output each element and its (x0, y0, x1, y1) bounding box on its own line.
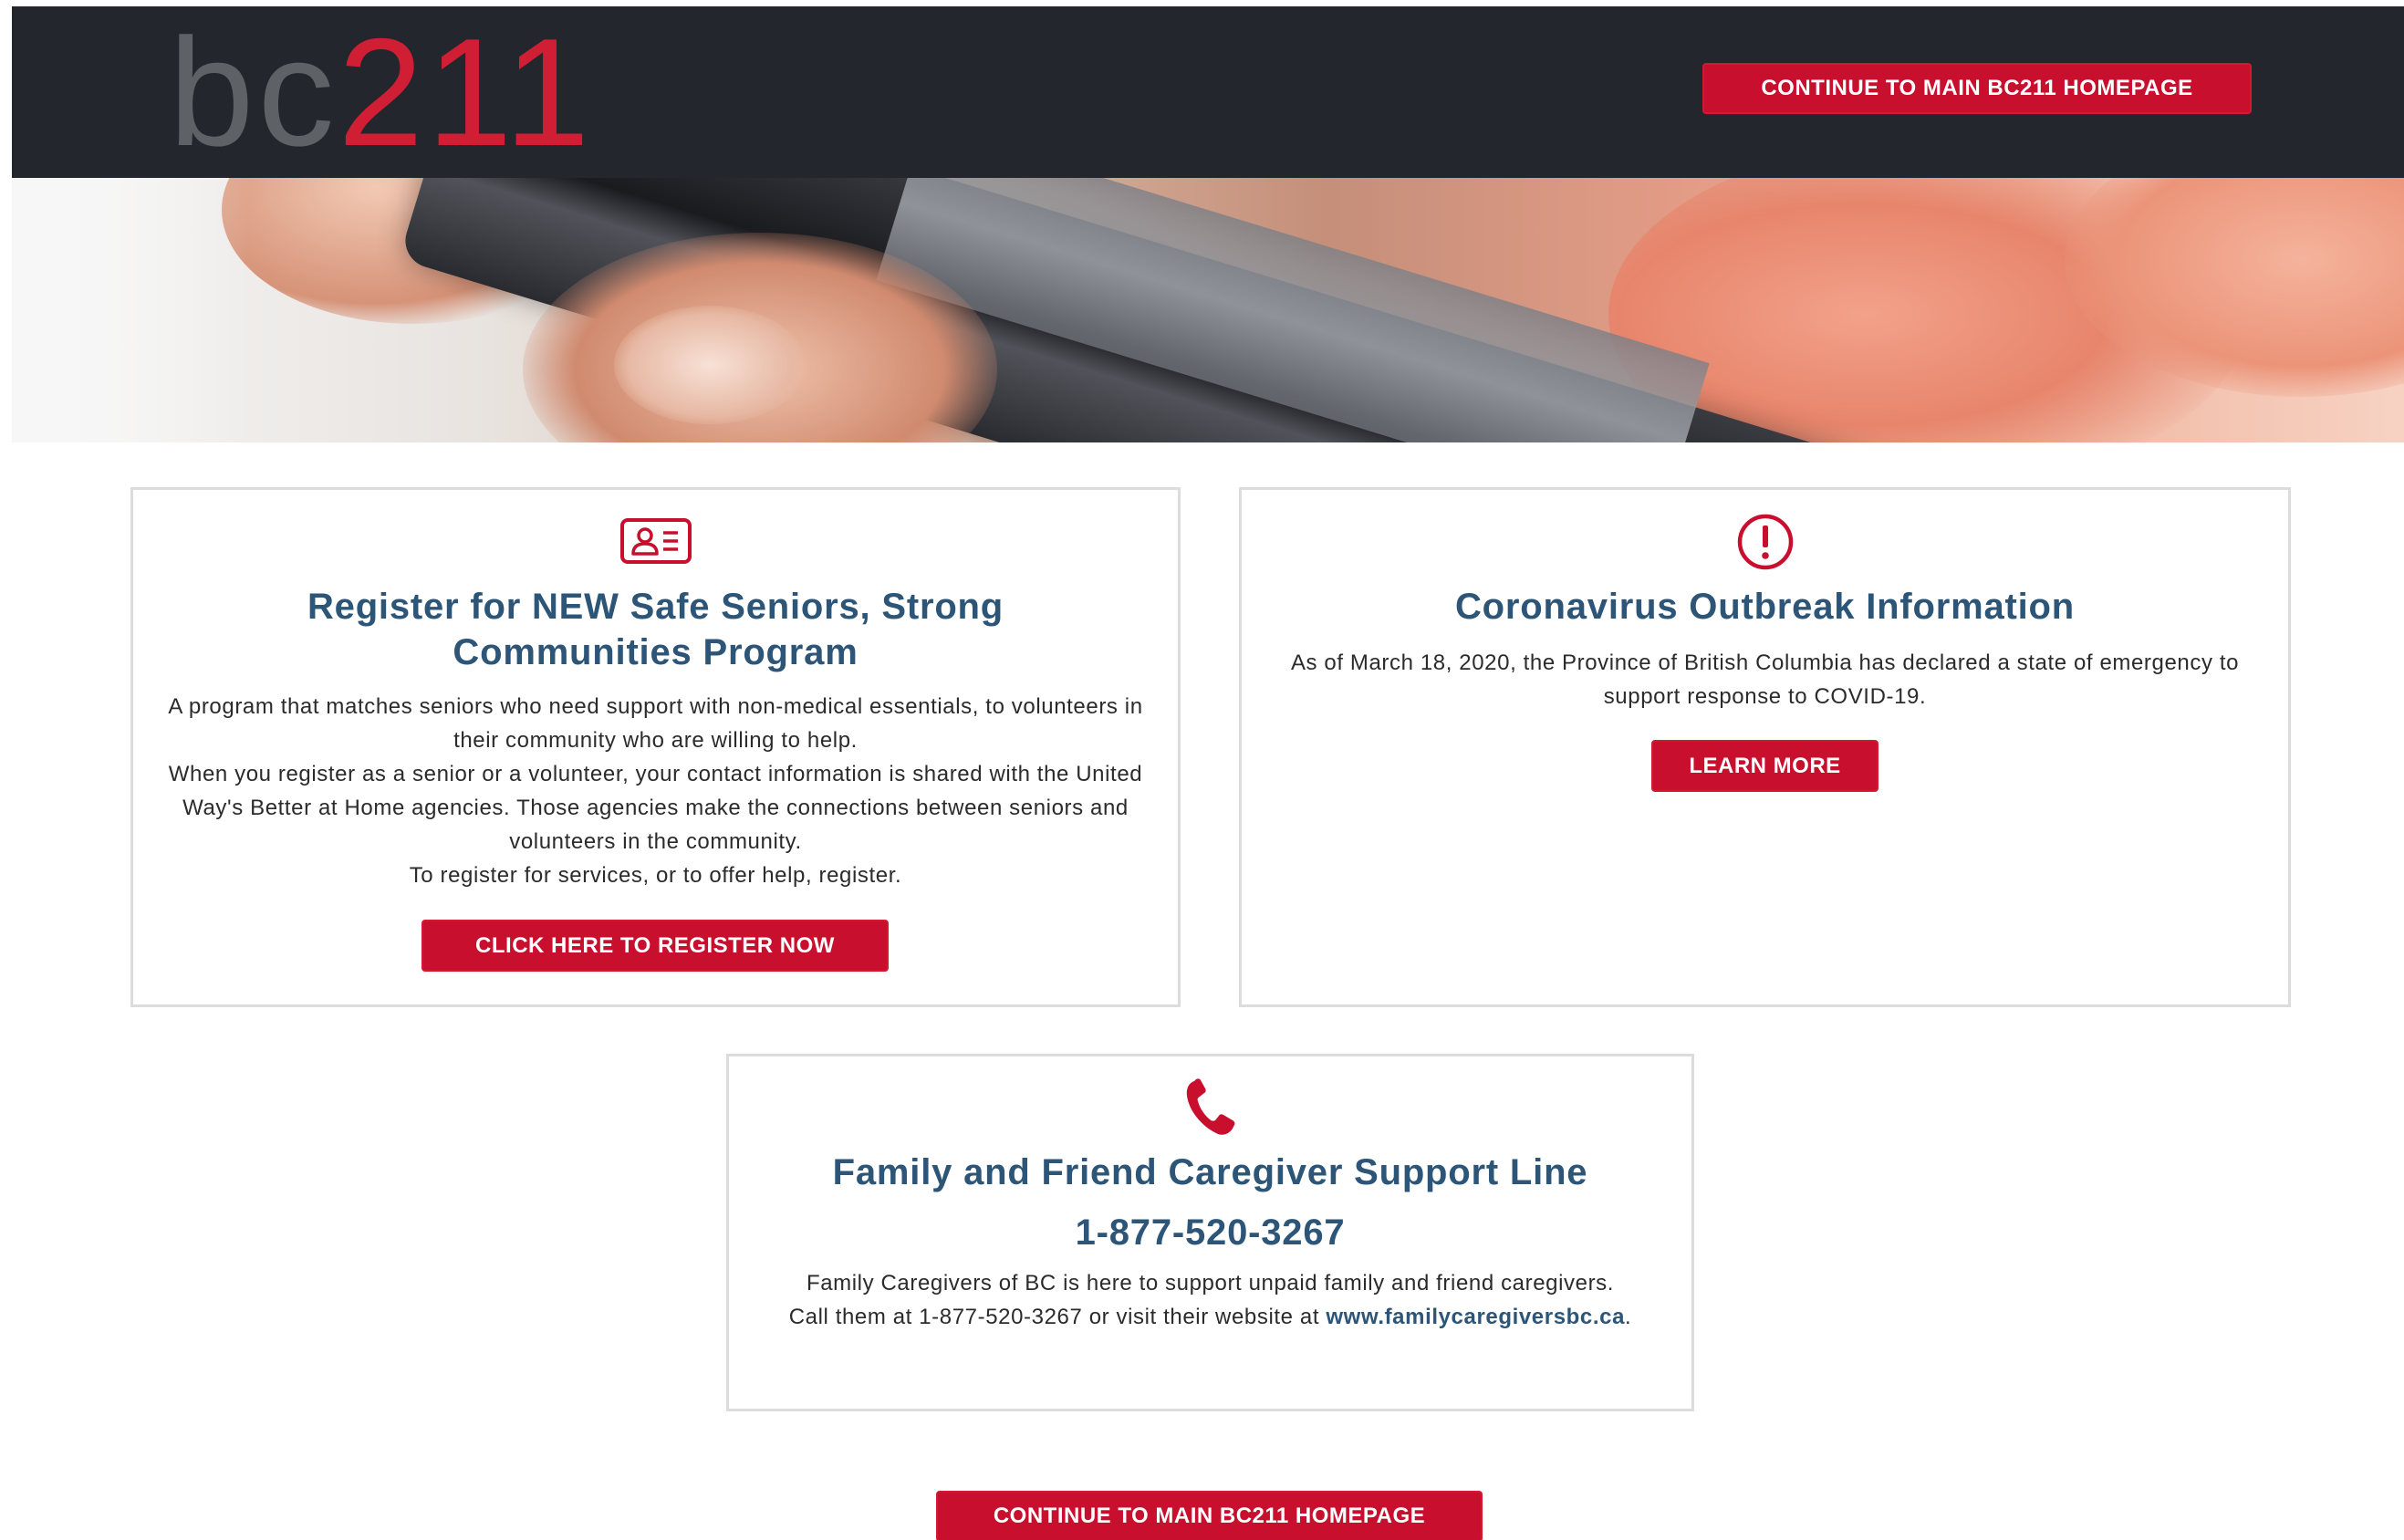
caregiver-trailing-period: . (1625, 1305, 1632, 1329)
seniors-card-body: A program that matches seniors who need … (161, 690, 1150, 892)
logo-prefix: bc (169, 6, 338, 178)
footer-continue-button[interactable]: CONTINUE TO MAIN BC211 HOMEPAGE (936, 1491, 1483, 1540)
page: bc211 CONTINUE TO MAIN BC211 HOMEPAGE Re… (0, 0, 2404, 1540)
coronavirus-card-body: As of March 18, 2020, the Province of Br… (1287, 646, 2243, 713)
logo-number: 211 (338, 6, 594, 178)
caregiver-card-body: Family Caregivers of BC is here to suppo… (784, 1266, 1637, 1334)
header-continue-button[interactable]: CONTINUE TO MAIN BC211 HOMEPAGE (1702, 63, 2252, 114)
caregiver-website-link[interactable]: www.familycaregiversbc.ca (1326, 1305, 1625, 1329)
seniors-card-title: Register for NEW Safe Seniors, Strong Co… (307, 587, 1004, 672)
coronavirus-paragraph: As of March 18, 2020, the Province of Br… (1290, 650, 2240, 709)
exclamation-circle-icon (1736, 513, 1795, 576)
register-now-button[interactable]: CLICK HERE TO REGISTER NOW (421, 920, 889, 972)
phone-icon (1183, 1077, 1238, 1142)
coronavirus-card-title: Coronavirus Outbreak Information (1454, 587, 2076, 627)
caregiver-card-title: Family and Friend Caregiver Support Line (832, 1152, 1588, 1192)
learn-more-button[interactable]: LEARN MORE (1651, 740, 1878, 792)
bc211-logo[interactable]: bc211 (169, 10, 593, 174)
caregiver-phone-number[interactable]: 1-877-520-3267 (747, 1210, 1673, 1255)
seniors-paragraph-2: When you register as a senior or a volun… (168, 762, 1143, 854)
caregiver-support-card: Family and Friend Caregiver Support Line… (726, 1054, 1694, 1411)
seniors-paragraph-1: A program that matches seniors who need … (168, 694, 1143, 753)
id-card-icon (619, 517, 692, 569)
coronavirus-card: Coronavirus Outbreak Information As of M… (1239, 487, 2291, 1007)
site-header: bc211 CONTINUE TO MAIN BC211 HOMEPAGE (12, 6, 2404, 178)
hero-image (12, 178, 2404, 442)
seniors-program-card: Register for NEW Safe Seniors, Strong Co… (130, 487, 1181, 1007)
seniors-paragraph-3: To register for services, or to offer he… (409, 863, 902, 888)
